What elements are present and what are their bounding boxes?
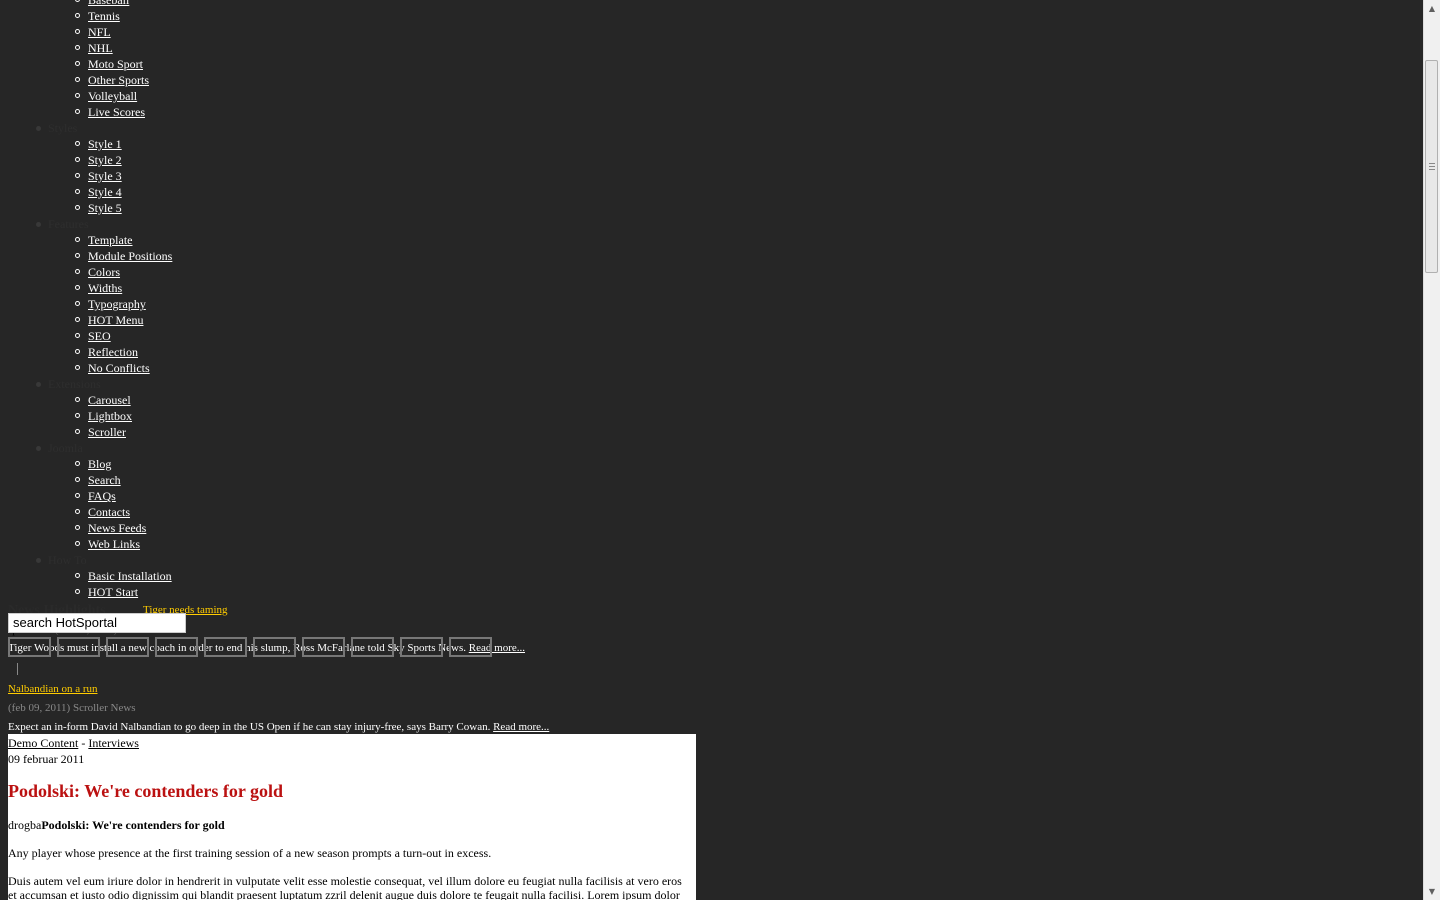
menu-item-other-sports[interactable]: Other Sports <box>75 72 149 88</box>
news-item-summary-2: Expect an in-form David Nalbandian to go… <box>8 721 491 733</box>
menu-group-bullet-icon <box>36 446 41 451</box>
menu-item-template[interactable]: Template <box>74 232 132 248</box>
menu-item-style-4[interactable]: Style 4 <box>75 184 122 200</box>
menu-item-reflection[interactable]: Reflection <box>75 344 138 360</box>
menu-item-blog[interactable]: Blog <box>74 456 111 472</box>
menu-group-2[interactable]: Features <box>48 216 89 232</box>
article-subheading: Podolski: We're contenders for gold <box>41 818 225 832</box>
menu-group-bullet-icon <box>36 382 41 387</box>
menu-item-news-feeds[interactable]: News Feeds <box>74 520 146 536</box>
article-subline: drogbaPodolski: We're contenders for gol… <box>8 818 225 833</box>
menu-group-4[interactable]: Joomla <box>48 440 83 456</box>
sponsor-logo[interactable] <box>57 637 100 657</box>
menu-item-hot-start[interactable]: HOT Start <box>74 584 138 600</box>
article-title: Podolski: We're contenders for gold <box>8 781 284 801</box>
scrollbar-grip-icon <box>1429 163 1435 170</box>
article-date: 09 februar 2011 <box>8 752 85 766</box>
scrollbar-thumb[interactable] <box>1425 60 1438 273</box>
scroll-up-arrow-icon[interactable]: ▲ <box>1424 0 1440 17</box>
menu-item-basic-installation[interactable]: Basic Installation <box>75 568 172 584</box>
menu-item-no-conflicts[interactable]: No Conflicts <box>75 360 150 376</box>
menu-item-style-1[interactable]: Style 1 <box>75 136 122 152</box>
menu-item-seo[interactable]: SEO <box>75 328 111 344</box>
menu-item-lightbox[interactable]: Lightbox <box>75 408 132 424</box>
breadcrumb: Demo Content - Interviews <box>8 736 139 751</box>
menu-item-faqs[interactable]: FAQs <box>75 488 116 504</box>
vertical-scrollbar[interactable]: ▲ ▼ <box>1423 0 1440 900</box>
sponsor-logo[interactable] <box>253 637 296 657</box>
menu-item-style-3[interactable]: Style 3 <box>75 168 122 184</box>
menu-item-typography[interactable]: Typography <box>75 296 146 312</box>
sponsor-logo[interactable] <box>155 637 198 657</box>
menu-group-bullet-icon <box>36 222 41 227</box>
article-image-alt: drogba <box>8 818 42 832</box>
article: Demo Content - Interviews 09 februar 201… <box>8 734 696 900</box>
menu-group-bullet-icon <box>36 558 41 563</box>
menu-group-5[interactable]: How To <box>48 552 87 568</box>
menu-item-contacts[interactable]: Contacts <box>75 504 130 520</box>
sponsor-logo[interactable] <box>351 637 394 657</box>
menu-item-colors[interactable]: Colors <box>74 264 120 280</box>
menu-item-hot-menu[interactable]: HOT Menu <box>74 312 143 328</box>
scroller-divider <box>17 663 18 675</box>
article-body: Duis autem vel eum iriure dolor in hendr… <box>8 874 682 900</box>
menu-group-bullet-icon <box>36 126 41 131</box>
menu-item-volleyball[interactable]: Volleyball <box>74 88 137 104</box>
page: Baseball Tennis NFL NHL Moto Sport Other Spor… <box>0 0 1423 900</box>
menu-item-moto-sport[interactable]: Moto Sport <box>74 56 143 72</box>
sponsor-logo[interactable] <box>449 637 492 657</box>
menu-item-module-positions[interactable]: Module Positions <box>74 248 172 264</box>
breadcrumb-link-demo-content[interactable]: Demo Content <box>8 736 78 750</box>
menu-item-live-scores[interactable]: Live Scores <box>75 104 145 120</box>
menu-group-3[interactable]: Extensions <box>48 376 101 392</box>
menu-item-widths[interactable]: Widths <box>74 280 122 296</box>
sponsor-logo[interactable] <box>106 637 149 657</box>
sponsor-logo[interactable] <box>8 637 51 657</box>
menu-item-baseball[interactable]: Baseball <box>74 0 129 8</box>
sponsor-logo[interactable] <box>400 637 443 657</box>
menu-item-tennis[interactable]: Tennis <box>75 8 120 24</box>
menu-item-style-5[interactable]: Style 5 <box>75 200 122 216</box>
menu-item-nfl[interactable]: NFL <box>75 24 111 40</box>
menu-item-web-links[interactable]: Web Links <box>74 536 140 552</box>
menu-group-1[interactable]: Styles <box>48 120 77 136</box>
breadcrumb-separator: - <box>78 736 89 750</box>
menu-item-style-2[interactable]: Style 2 <box>75 152 122 168</box>
news-item-text-2: Expect an in-form David Nalbandian to go… <box>8 721 549 733</box>
read-more-link-2[interactable]: Read more... <box>493 721 549 733</box>
sponsor-logo[interactable] <box>302 637 345 657</box>
news-item-title-2[interactable]: Nalbandian on a run <box>8 683 98 695</box>
sponsor-logo[interactable] <box>204 637 247 657</box>
menu-item-search[interactable]: Search <box>75 472 121 488</box>
menu-item-scroller[interactable]: Scroller <box>75 424 126 440</box>
menu-item-carousel[interactable]: Carousel <box>75 392 131 408</box>
search-input[interactable]: search HotSportal <box>8 613 186 633</box>
menu-item-nhl[interactable]: NHL <box>75 40 113 56</box>
article-lead: Any player whose presence at the first t… <box>8 846 492 860</box>
breadcrumb-link-interviews[interactable]: Interviews <box>88 736 139 750</box>
news-item-meta-2: (feb 09, 2011) Scroller News <box>8 702 136 714</box>
scroll-down-arrow-icon[interactable]: ▼ <box>1424 883 1440 900</box>
